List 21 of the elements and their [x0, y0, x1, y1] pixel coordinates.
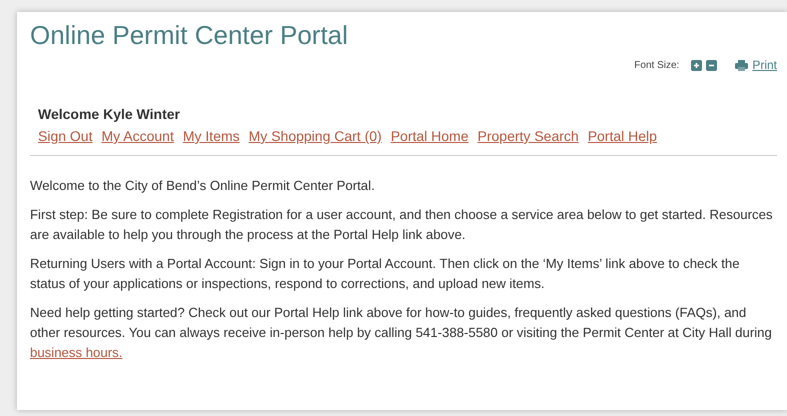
paragraph: First step: Be sure to complete Registration for a user account, and then choose a service area below to get started. Resources are available to help you through the process at the Portal Help link above. [30, 206, 774, 244]
increase-font-button[interactable] [691, 60, 702, 70]
minus-icon [708, 62, 716, 68]
nav-link[interactable]: Sign Out [38, 126, 92, 147]
nav-link[interactable]: Property Search [478, 126, 579, 147]
nav-link[interactable]: Portal Home [390, 126, 469, 147]
nav-link[interactable]: My Items [182, 126, 240, 147]
nav-link[interactable]: My Shopping Cart (0) [248, 126, 382, 147]
paragraph: Returning Users with a Portal Account: Sign in to your Portal Account. Then click on the ‘My Items’ link above to check the status of your applications or inspections, respond to corrections, and upload new items. [30, 255, 741, 293]
plus-icon [693, 62, 700, 68]
business-hours-link[interactable]: business hours. [30, 345, 122, 360]
welcome-text: Welcome Kyle Winter [38, 105, 181, 124]
page-title: Online Permit Center Portal [30, 19, 349, 52]
decrease-font-button[interactable] [706, 60, 718, 70]
print-link[interactable]: Print [752, 56, 777, 74]
paragraph: Need help getting started? Check out our Portal Help link above for how-to guides, frequently asked questions (FAQs), and other resources. You can always receive in-person help by calling 541-388-5580 or visiting the Permit Center at City Hall during business hours. [30, 304, 773, 362]
nav-link[interactable]: My Account [101, 126, 174, 147]
font-size-label: Font Size: [634, 58, 680, 72]
printer-icon[interactable] [735, 60, 748, 70]
nav-link[interactable]: Portal Help [588, 126, 657, 147]
paragraph: Welcome to the City of Bend’s Online Permit Center Portal. [30, 177, 376, 195]
